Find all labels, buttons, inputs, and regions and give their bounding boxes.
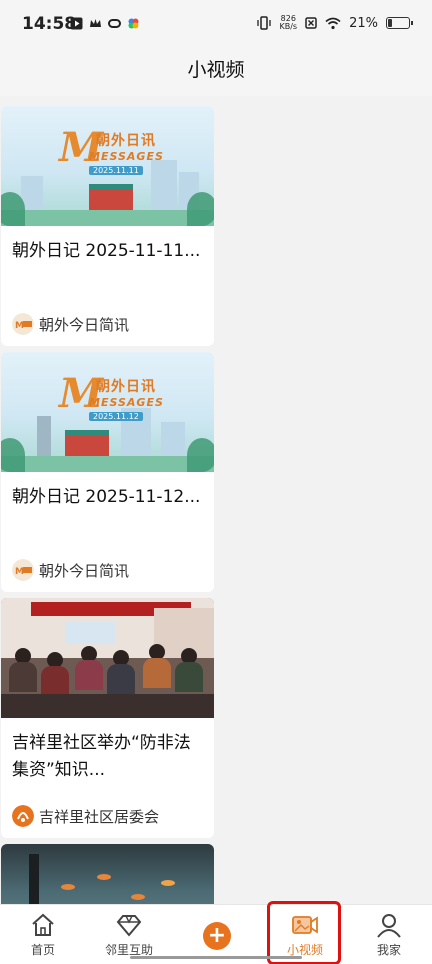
battery-percent: 21% [349, 15, 378, 31]
user-icon [377, 914, 401, 938]
video-title[interactable]: 吉祥里社区举办“防非法集资”知识... [1, 718, 214, 794]
crown-app-icon [90, 19, 101, 27]
thumb-word: MESSAGES [89, 150, 164, 163]
video-thumbnail[interactable] [1, 598, 214, 718]
source-name: 朝外今日简讯 [39, 315, 130, 334]
sim-off-icon [305, 17, 317, 29]
source-name: 朝外今日简讯 [39, 561, 130, 580]
home-indicator [130, 956, 302, 959]
video-thumbnail[interactable]: M 朝外日讯 MESSAGES 2025.11.12 [1, 352, 214, 472]
video-card[interactable]: M 朝外日讯 MESSAGES 2025.11.12 朝外日记 2025-11-… [1, 352, 214, 592]
tab-label: 我家 [376, 943, 401, 957]
video-feed[interactable]: M 朝外日讯 MESSAGES 2025.11.11 朝外日记 2025-11-… [0, 96, 432, 904]
video-title[interactable]: 朝外日记 2025-11-11... [1, 226, 214, 302]
vibrate-icon [257, 16, 272, 30]
projector-screen [65, 622, 115, 644]
color-app-icon [128, 18, 139, 29]
publish-plus-button[interactable]: + [203, 922, 231, 950]
video-source[interactable]: 吉祥里社区居委会 [1, 794, 214, 838]
feed-column: M 朝外日讯 MESSAGES 2025.11.11 朝外日记 2025-11-… [1, 106, 214, 904]
bottom-tab-bar: 首页 邻里互助 + 小视频 我家 [0, 901, 432, 964]
video-thumbnail[interactable] [1, 844, 214, 904]
status-time: 14:58 [22, 14, 77, 34]
play-app-icon [70, 17, 83, 30]
battery-icon [386, 17, 413, 29]
gate-illustration [89, 184, 133, 212]
video-card[interactable]: M 朝外日讯 MESSAGES 2025.11.11 朝外日记 2025-11-… [1, 106, 214, 346]
video-card[interactable]: 吉祥里社区举办“防非法集资”知识... 吉祥里社区居委会 [1, 598, 214, 838]
diamond-icon [116, 915, 142, 937]
plus-icon: + [207, 923, 227, 948]
thumb-date: 2025.11.11 [89, 166, 143, 175]
home-icon [32, 913, 54, 936]
svg-text:M: M [15, 567, 24, 577]
video-source[interactable]: M 朝外今日简讯 [1, 548, 214, 592]
wifi-icon [325, 17, 341, 29]
gate-illustration [65, 430, 109, 458]
svg-text:M: M [15, 321, 24, 331]
source-name: 吉祥里社区居委会 [39, 807, 160, 826]
notification-icons [70, 17, 140, 30]
highlight-box [267, 901, 341, 964]
thumb-badge: 朝外日讯 [96, 379, 156, 395]
status-bar: 14:58 826 KB/s 21% [0, 0, 432, 50]
source-avatar: M [12, 559, 34, 581]
net-speed-unit: KB/s [279, 22, 298, 31]
tab-label: 首页 [30, 943, 55, 957]
header: 小视频 [0, 50, 432, 96]
page-title: 小视频 [187, 59, 245, 81]
link-app-icon [108, 19, 121, 28]
video-title[interactable]: 朝外日记 2025-11-12... [1, 472, 214, 548]
video-thumbnail[interactable]: M 朝外日讯 MESSAGES 2025.11.11 [1, 106, 214, 226]
tab-home[interactable]: 首页 [0, 905, 86, 964]
thumb-date: 2025.11.12 [89, 412, 143, 421]
video-source[interactable]: M 朝外今日简讯 [1, 302, 214, 346]
net-speed: 826 KB/s [279, 15, 297, 31]
status-right: 826 KB/s 21% [257, 15, 413, 31]
video-card[interactable] [1, 844, 214, 904]
tab-my-home[interactable]: 我家 [346, 905, 432, 964]
thumb-word: MESSAGES [89, 396, 164, 409]
source-avatar [12, 805, 34, 827]
source-avatar: M [12, 313, 34, 335]
thumb-badge: 朝外日讯 [96, 133, 156, 149]
